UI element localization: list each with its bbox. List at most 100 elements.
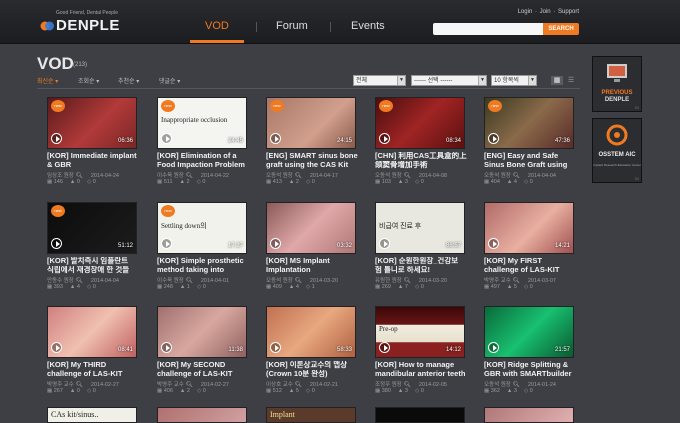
play-icon[interactable] — [379, 342, 390, 353]
video-thumbnail[interactable]: 21:57 — [484, 306, 574, 358]
video-card[interactable]: 08:41 [KOR] My THIRD challenge of LAS-KIT 박… — [47, 306, 137, 404]
nav-vod[interactable]: VOD — [205, 20, 229, 32]
play-icon[interactable] — [270, 133, 281, 144]
video-card[interactable]: Pre-op 14:12 [KOR] How to manage mandibular… — [375, 306, 465, 404]
video-thumbnail[interactable]: 11:38 — [157, 306, 247, 358]
video-card[interactable]: Settling down의 new 17:27 [KOR] Simple prost… — [157, 202, 247, 300]
category-select[interactable]: 전체 ▼ — [353, 75, 406, 86]
video-duration: 08:34 — [445, 138, 461, 144]
video-thumbnail[interactable] — [484, 407, 574, 423]
play-icon[interactable] — [379, 238, 390, 249]
video-card[interactable]: 03:32 [KOR] MS Implant Implantation 오동석 원장 🔍… — [266, 202, 356, 300]
play-icon[interactable] — [51, 133, 62, 144]
video-title[interactable]: [KOR] Immediate implant & GBR — [47, 152, 139, 169]
login-link[interactable]: Login — [518, 9, 533, 15]
video-card[interactable]: new 06:36 [KOR] Immediate implant & GBR 임상조 … — [47, 97, 137, 195]
video-title[interactable]: [KOR] Ridge Splitting & GBR with SMARTbui… — [484, 361, 576, 378]
nav-events[interactable]: Events — [351, 20, 385, 32]
play-icon[interactable] — [488, 342, 499, 353]
video-thumbnail[interactable]: 03:32 — [266, 202, 356, 254]
nav-forum[interactable]: Forum — [276, 20, 308, 32]
video-thumbnail[interactable]: Inappropriate occlusion new 24:45 — [157, 97, 247, 149]
sort-comments[interactable]: 댓글순 ▾ — [159, 76, 180, 85]
sort-recommend[interactable]: 추천순 ▾ — [118, 76, 139, 85]
sort-views[interactable]: 조회순 ▾ — [78, 76, 99, 85]
play-icon[interactable] — [488, 238, 499, 249]
video-title-line: graft using the CAS Kit — [266, 160, 349, 169]
toolbar-divider — [37, 88, 580, 89]
video-title[interactable]: [KOR] Elimination of a Food Impaction Pro… — [157, 152, 249, 169]
comments-count: ◇ 0 — [86, 179, 96, 185]
video-title[interactable]: [KOR] 이론상교수의 맵상 (Crown 10분 완성) — [266, 361, 358, 378]
video-card[interactable]: Inappropriate occlusion new 24:45 [KOR] Eli… — [157, 97, 247, 195]
comments-value: 0 — [92, 388, 96, 394]
video-title[interactable]: [KOR] Simple prosthetic method taking int… — [157, 257, 249, 274]
previous-denple-banner[interactable]: PREVIOUS DENPLE G/ — [592, 56, 642, 112]
video-title[interactable]: [KOR] My THIRD challenge of LAS-KIT — [47, 361, 139, 378]
grid-view-icon[interactable]: ▦ — [551, 76, 563, 85]
video-title[interactable]: [KOR] My SECOND challenge of LAS-KIT — [157, 361, 249, 378]
search-input[interactable] — [433, 23, 543, 35]
video-thumbnail[interactable]: Implant — [266, 407, 356, 423]
video-thumbnail[interactable]: CAs kit/sinus.. — [47, 407, 137, 423]
play-icon[interactable] — [51, 342, 62, 353]
play-icon[interactable] — [161, 133, 172, 144]
sort-latest-label: 최신순 — [37, 79, 54, 85]
sort-comments-label: 댓글순 — [159, 79, 176, 85]
support-link[interactable]: Support — [558, 9, 579, 15]
video-card[interactable]: 58:33 [KOR] 이론상교수의 맵상 (Crown 10분 완성) 이상호 교수… — [266, 306, 356, 404]
video-card[interactable]: new 24:15 [ENG] SMART sinus bone graft usin… — [266, 97, 358, 195]
play-icon[interactable] — [51, 238, 62, 249]
osstem-aic-banner[interactable]: OSSTEM AIC Implant Research Education Ce… — [592, 118, 642, 183]
video-meta: 박영주 교수 🔍︎ 2014-02-27 — [157, 380, 229, 388]
video-title[interactable]: [ENG] SMART sinus bone graft using the CA… — [266, 152, 358, 169]
video-thumbnail[interactable]: new 08:34 — [375, 97, 465, 149]
video-thumbnail[interactable] — [157, 407, 247, 423]
video-title[interactable]: [KOR] 순원한원장_건강보 험 틀니로 하세요! — [375, 257, 467, 274]
video-title-line: 식립에서 재경장애 한 것들 — [47, 265, 130, 274]
video-thumbnail[interactable]: new 51:12 — [47, 202, 137, 254]
video-thumbnail[interactable]: new 47:36 — [484, 97, 574, 149]
video-thumbnail[interactable]: 비급여 진료 후 86:57 — [375, 202, 465, 254]
video-thumbnail[interactable]: 14:21 — [484, 202, 574, 254]
topic-select[interactable]: ------ 선택 ------ ▼ — [411, 75, 487, 86]
video-card[interactable]: new 08:34 [CHN] 利用CAS工具盒的上 颌窦骨增加手術 오동석 원장 🔍︎ 2… — [375, 97, 467, 195]
play-icon[interactable] — [270, 238, 281, 249]
likes-value: 2 — [186, 388, 190, 394]
video-title[interactable]: [KOR] 발치즉시 임플란트 식립에서 재경장애 한 것들 — [47, 257, 139, 274]
new-badge-icon: new — [379, 100, 393, 112]
video-title[interactable]: [ENG] Easy and Safe Sinus Bone Graft usin… — [484, 152, 576, 169]
comments-value: 0 — [311, 179, 315, 185]
video-thumbnail[interactable]: new 06:36 — [47, 97, 137, 149]
list-view-icon[interactable]: ☰ — [565, 76, 577, 85]
play-icon[interactable] — [161, 342, 172, 353]
play-icon[interactable] — [270, 342, 281, 353]
video-title-line: [KOR] How to manage — [375, 361, 455, 369]
video-card[interactable]: new 47:36 [ENG] Easy and Safe Sinus Bone Gr… — [484, 97, 574, 195]
page-size-select[interactable]: 10 항목씩 ▼ — [491, 75, 537, 86]
video-title[interactable]: [KOR] My FIRST challenge of LAS-KIT — [484, 257, 576, 274]
comments-value: 0 — [529, 284, 533, 290]
denple-logo[interactable]: Good Friend, Dental People DENPLE — [40, 10, 160, 36]
video-card[interactable]: 21:57 [KOR] Ridge Splitting & GBR with SMA… — [484, 306, 574, 404]
video-title[interactable]: [KOR] How to manage mandibular anterior t… — [375, 361, 467, 378]
views-value: 362 — [490, 388, 500, 394]
video-thumbnail[interactable]: Pre-op 14:12 — [375, 306, 465, 358]
video-thumbnail[interactable]: new 24:15 — [266, 97, 356, 149]
video-title[interactable]: [KOR] MS Implant Implantation — [266, 257, 358, 274]
join-link[interactable]: Join — [540, 9, 551, 15]
video-card[interactable]: new 51:12 [KOR] 발치즉시 임플란트 식립에서 재경장애 한 것들 안동수… — [47, 202, 137, 300]
video-thumbnail[interactable]: 58:33 — [266, 306, 356, 358]
play-icon[interactable] — [161, 238, 172, 249]
play-icon[interactable] — [379, 133, 390, 144]
video-card[interactable]: 비급여 진료 후 86:57 [KOR] 순원한원장_건강보 험 틀니로 하세요! 유원… — [375, 202, 465, 300]
video-title[interactable]: [CHN] 利用CAS工具盒的上 颌窦骨增加手術 — [375, 152, 467, 169]
video-card[interactable]: 11:38 [KOR] My SECOND challenge of LAS-KIT… — [157, 306, 247, 404]
video-thumbnail[interactable]: Settling down의 new 17:27 — [157, 202, 247, 254]
video-thumbnail[interactable] — [375, 407, 465, 423]
search-button[interactable]: SEARCH — [543, 23, 579, 35]
sort-latest[interactable]: 최신순 ▾ — [37, 76, 58, 85]
video-card[interactable]: 14:21 [KOR] My FIRST challenge of LAS-KIT 박… — [484, 202, 574, 300]
video-thumbnail[interactable]: 08:41 — [47, 306, 137, 358]
play-icon[interactable] — [488, 133, 499, 144]
